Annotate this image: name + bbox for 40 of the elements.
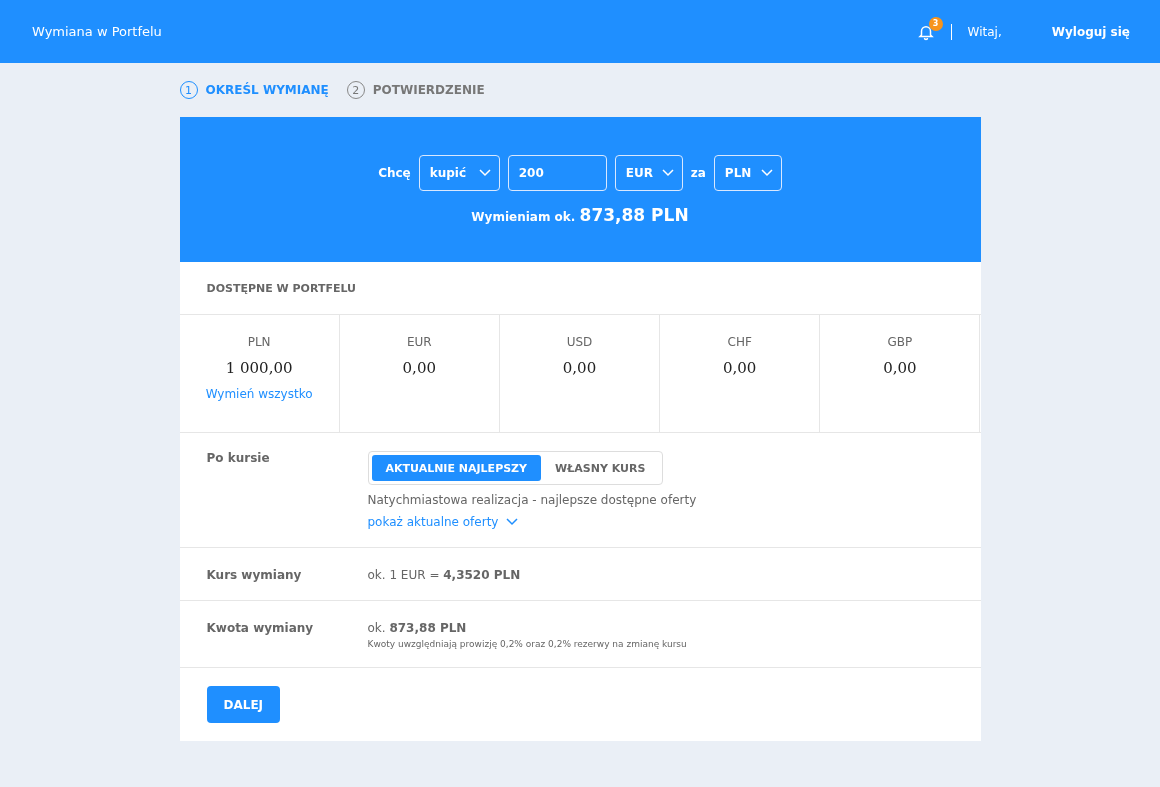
rate-option[interactable]: AKTUALNIE NAJLEPSZY — [371, 455, 542, 481]
currency-select[interactable]: PLN — [713, 154, 782, 191]
offers-link[interactable]: pokaż aktualne oferty — [367, 515, 519, 529]
prefix-label: Chcę — [378, 165, 411, 180]
currency-label: USD — [566, 335, 593, 349]
balance-amount: 0,00 — [562, 359, 597, 377]
logout-link[interactable]: Wyloguj się — [1051, 24, 1130, 39]
row-label: Kurs wymiany — [205, 568, 303, 582]
balance-amount: 1 000,00 — [225, 359, 293, 377]
notification-badge: 3 — [928, 16, 943, 31]
section-title: DOSTĘPNE W PORTFELU — [206, 281, 356, 295]
step-label: POTWIERDZENIE — [372, 83, 485, 97]
app-title: Wymiana w Portfelu — [32, 24, 163, 39]
currency-select[interactable]: EUR — [614, 154, 683, 191]
balance-amount: 0,00 — [723, 359, 757, 377]
exchange-all-link[interactable]: Wymień wszystko — [205, 387, 313, 401]
row-value: ok. 873,88 PLN — [367, 621, 467, 635]
chevron-down-icon — [478, 168, 491, 177]
row-label: Kwota wymiany — [205, 621, 315, 637]
greeting: Witaj, — [967, 24, 1002, 39]
chevron-down-icon — [760, 168, 773, 177]
exchange-summary: Wymieniam ok. 873,88 PLN — [471, 204, 689, 225]
next-button[interactable]: DALEJ — [206, 686, 281, 723]
action-select[interactable]: kupić — [418, 154, 500, 191]
chevron-down-icon — [661, 168, 674, 177]
currency-label: CHF — [727, 335, 752, 349]
currency-label: PLN — [247, 335, 271, 349]
row-label: Po kursie — [205, 451, 271, 467]
joiner-label: za — [690, 165, 706, 180]
row-value: ok. 1 EUR = 4,3520 PLN — [367, 568, 521, 582]
chevron-down-icon — [506, 518, 519, 526]
rate-option[interactable]: WŁASNY KURS — [541, 455, 660, 481]
step-label: OKREŚL WYMIANĘ — [205, 83, 329, 97]
currency-label: GBP — [887, 335, 913, 349]
amount-input[interactable]: 200 — [507, 154, 607, 191]
balance-amount: 0,00 — [883, 359, 917, 377]
rate-description: Natychmiastowa realizacja - najlepsze dostępne oferty — [367, 493, 697, 507]
balance-amount: 0,00 — [402, 359, 436, 377]
currency-label: EUR — [406, 335, 432, 349]
fee-note: Kwoty uwzględniają prowizję 0,2% oraz 0,2% rezerwy na zmianę kursu — [367, 639, 687, 649]
